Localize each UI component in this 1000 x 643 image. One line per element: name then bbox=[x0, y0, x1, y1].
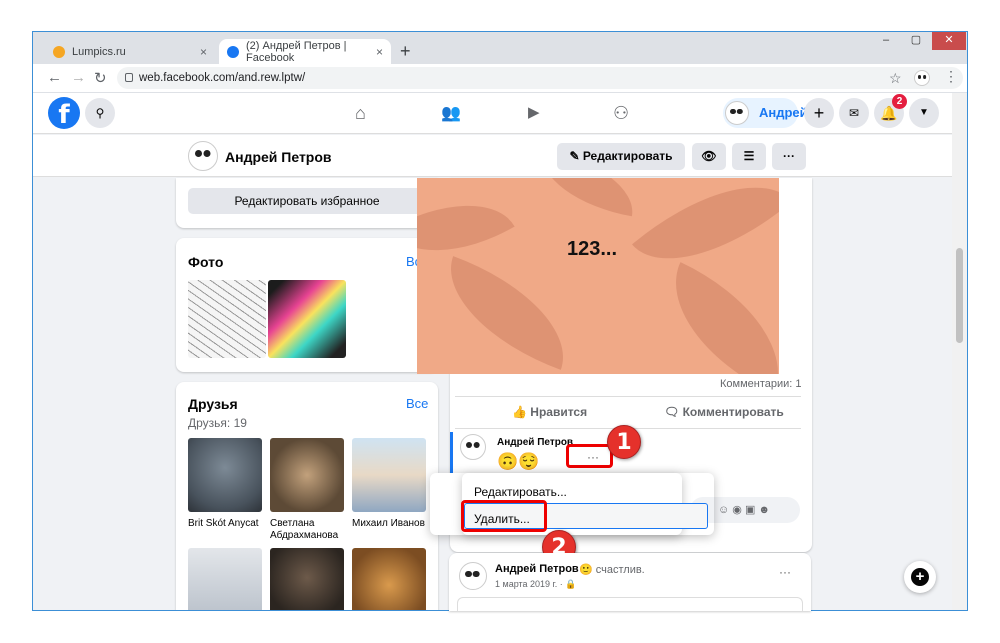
tab-title: Lumpics.ru bbox=[72, 45, 126, 58]
avatar[interactable] bbox=[459, 562, 487, 590]
tab-lumpics[interactable]: Lumpics.ru × bbox=[45, 39, 215, 64]
user-chip[interactable]: Андрей bbox=[723, 98, 808, 128]
friends-title: Друзья bbox=[188, 396, 238, 412]
avatar[interactable] bbox=[460, 434, 486, 460]
profile-name: Андрей Петров bbox=[225, 149, 332, 165]
friend-photo[interactable] bbox=[270, 548, 344, 610]
notifications-badge: 2 bbox=[892, 94, 907, 109]
page-scrollbar[interactable] bbox=[952, 93, 967, 610]
friends-icon[interactable]: 👥 bbox=[441, 103, 461, 123]
back-button[interactable]: ← bbox=[47, 69, 62, 86]
comment-label: Комментировать bbox=[682, 405, 784, 419]
tab-close-icon[interactable]: × bbox=[376, 45, 383, 59]
leaf-decoration bbox=[533, 178, 641, 217]
post-image-text: 123... bbox=[567, 238, 618, 260]
lock-icon bbox=[125, 73, 133, 82]
tab-close-icon[interactable]: × bbox=[200, 45, 207, 59]
friend-photo[interactable] bbox=[188, 438, 262, 512]
friend-name[interactable]: Brit Skót Anycat bbox=[188, 518, 268, 530]
create-button[interactable]: + bbox=[804, 98, 834, 128]
view-as-icon[interactable]: 👁 bbox=[692, 143, 726, 170]
plus-icon: + bbox=[911, 568, 929, 586]
bookmark-star-icon[interactable]: ☆ bbox=[889, 70, 902, 87]
like-label: Нравится bbox=[530, 405, 588, 419]
tab-title: (2) Андрей Петров | Facebook bbox=[246, 39, 347, 64]
step-marker-1: 1 bbox=[607, 425, 641, 459]
avatar bbox=[188, 141, 218, 171]
groups-icon[interactable]: ⚇ bbox=[613, 103, 629, 124]
reload-button[interactable]: ↻ bbox=[94, 69, 107, 87]
leaf-decoration bbox=[646, 262, 779, 374]
facebook-favicon-icon bbox=[227, 45, 239, 58]
profile-bar: Андрей Петров ✎ Редактировать про... 👁 ☰… bbox=[33, 135, 967, 190]
post-content-frame bbox=[457, 597, 803, 611]
friend-name[interactable]: Светлана Абдрахманова bbox=[270, 518, 350, 542]
comment-bubble-icon: 🗨 bbox=[664, 405, 683, 419]
new-message-fab[interactable]: + bbox=[904, 561, 936, 593]
browser-toolbar: ← → ↻ web.facebook.com/and.rew.lptw/ ☆ ⋮ bbox=[33, 64, 967, 92]
post-image[interactable] bbox=[417, 178, 779, 374]
friend-photo[interactable] bbox=[352, 438, 426, 512]
search-icon[interactable]: ⚲ bbox=[85, 98, 115, 128]
home-icon[interactable]: ⌂ bbox=[355, 103, 366, 124]
highlight-box bbox=[566, 444, 613, 468]
photos-title: Фото bbox=[188, 254, 224, 270]
maximize-button[interactable]: ▢ bbox=[901, 32, 931, 50]
comments-count[interactable]: Комментарии: 1 bbox=[720, 378, 802, 390]
watch-icon[interactable]: ▶ bbox=[528, 103, 540, 121]
url-text: web.facebook.com/and.rew.lptw/ bbox=[139, 72, 306, 84]
address-bar[interactable]: web.facebook.com/and.rew.lptw/ bbox=[117, 67, 963, 89]
photo-thumbnail[interactable] bbox=[268, 280, 346, 358]
edit-profile-button[interactable]: ✎ Редактировать про... bbox=[557, 143, 685, 190]
forward-button[interactable]: → bbox=[71, 69, 86, 86]
friend-name[interactable]: Михаил Иванов bbox=[352, 518, 432, 530]
like-thumb-icon: 👍 bbox=[512, 405, 531, 419]
friend-photo[interactable] bbox=[270, 438, 344, 512]
edit-featured-button[interactable]: Редактировать избранное bbox=[188, 188, 426, 214]
friend-photo[interactable] bbox=[188, 548, 262, 610]
friend-photo[interactable] bbox=[352, 548, 426, 610]
divider bbox=[455, 396, 801, 397]
browser-menu-icon[interactable]: ⋮ bbox=[944, 68, 958, 85]
comment-text: 🙃😌 bbox=[497, 452, 540, 471]
more-options-button[interactable]: ··· bbox=[772, 143, 806, 170]
facebook-logo-icon[interactable]: f bbox=[48, 97, 80, 130]
post-date[interactable]: 1 марта 2019 г. · 🔒 bbox=[495, 579, 576, 590]
comment-button[interactable]: 🗨 Комментировать bbox=[664, 403, 784, 421]
friends-see-all-link[interactable]: Все bbox=[406, 396, 428, 411]
friends-card: Друзья Все Друзья: 19 Brit Skót Anycat С… bbox=[176, 382, 438, 610]
comment-author[interactable]: Андрей Петров bbox=[497, 437, 573, 448]
post-author[interactable]: Андрей Петров bbox=[495, 563, 579, 575]
account-menu-icon[interactable]: ▼ bbox=[909, 98, 939, 128]
photo-thumbnail[interactable] bbox=[188, 280, 266, 358]
fb-navbar: f ⚲ ⌂ 👥 ▶ ⚇ Андрей + ✉ 🔔 2 ▼ bbox=[33, 93, 967, 134]
leaf-decoration bbox=[429, 256, 585, 370]
lumpics-favicon-icon bbox=[53, 45, 65, 58]
avatar bbox=[725, 101, 749, 125]
close-window-button[interactable]: ✕ bbox=[932, 32, 966, 50]
highlight-box bbox=[461, 500, 547, 532]
intro-card: Редактировать избранное bbox=[176, 178, 438, 228]
scrollbar-thumb[interactable] bbox=[956, 248, 963, 343]
profile-avatar[interactable] bbox=[914, 70, 930, 86]
user-chip-name: Андрей bbox=[759, 105, 808, 120]
tab-bar: Lumpics.ru × (2) Андрей Петров | Faceboo… bbox=[33, 32, 967, 64]
friends-count: Друзья: 19 bbox=[188, 416, 247, 430]
photos-card: Фото Все bbox=[176, 238, 438, 372]
new-tab-button[interactable]: + bbox=[400, 41, 411, 62]
messenger-icon[interactable]: ✉ bbox=[839, 98, 869, 128]
tab-facebook[interactable]: (2) Андрей Петров | Facebook × bbox=[219, 39, 391, 64]
second-post-card: Андрей Петров 🙂 счастлив. 1 марта 2019 г… bbox=[449, 553, 811, 611]
activity-log-icon[interactable]: ☰ bbox=[732, 143, 766, 170]
minimize-button[interactable]: – bbox=[871, 32, 901, 50]
post-status: 🙂 счастлив. bbox=[579, 564, 645, 576]
like-button[interactable]: 👍 Нравится bbox=[512, 403, 587, 421]
post-more-button[interactable]: ··· bbox=[779, 565, 791, 579]
